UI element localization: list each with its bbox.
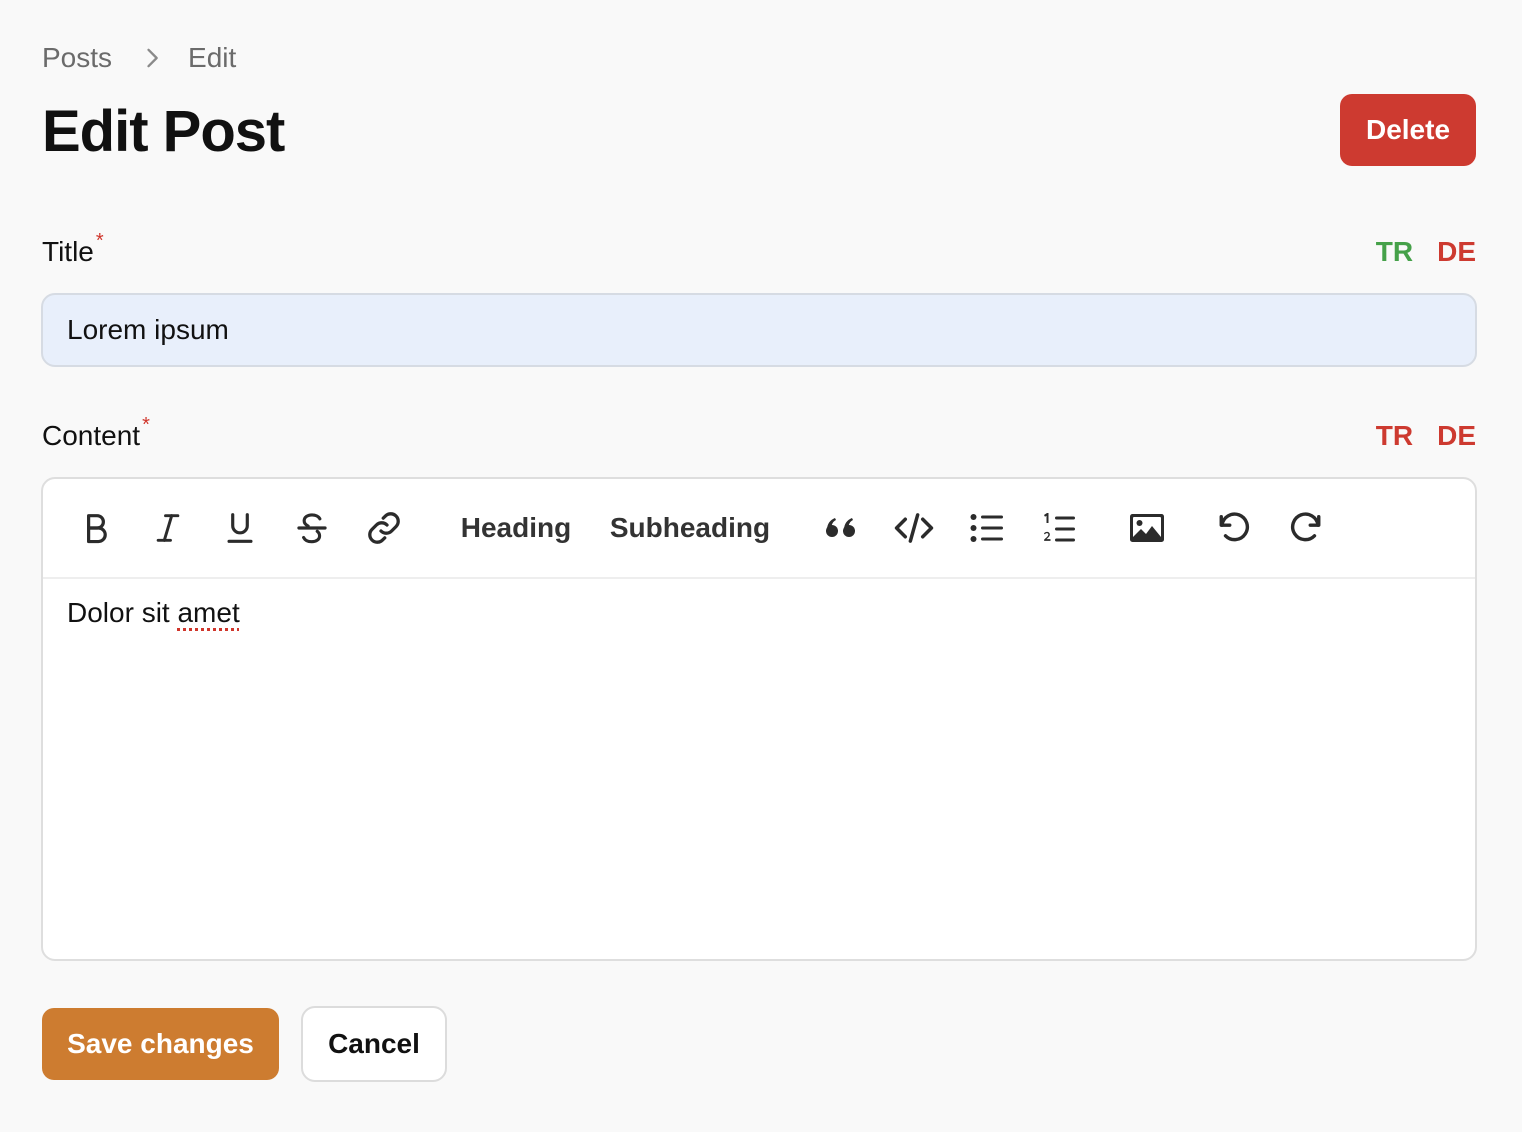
rich-text-editor: Heading Subheading Dolor sit amet xyxy=(41,477,1477,961)
redo-button[interactable] xyxy=(1281,503,1331,553)
underline-icon xyxy=(225,511,255,545)
image-button[interactable] xyxy=(1121,503,1173,553)
heading-button[interactable]: Heading xyxy=(447,503,585,553)
required-marker: * xyxy=(142,414,150,436)
required-marker: * xyxy=(95,230,104,252)
link-button[interactable] xyxy=(359,503,409,553)
numbered-list-icon xyxy=(1042,512,1076,544)
redo-icon xyxy=(1289,511,1323,545)
quote-icon xyxy=(824,516,858,540)
code-button[interactable] xyxy=(889,503,939,553)
bullet-list-button[interactable] xyxy=(963,503,1011,553)
editor-toolbar: Heading Subheading xyxy=(43,479,1475,579)
editor-text: Dolor sit xyxy=(67,597,178,628)
title-lang-de[interactable]: DE xyxy=(1437,236,1476,268)
bold-button[interactable] xyxy=(73,503,119,553)
delete-button[interactable]: Delete xyxy=(1340,94,1476,166)
undo-button[interactable] xyxy=(1209,503,1259,553)
italic-icon xyxy=(153,512,183,544)
strikethrough-icon xyxy=(296,511,328,545)
title-label: Title * xyxy=(42,230,104,268)
title-input[interactable] xyxy=(41,293,1477,367)
undo-icon xyxy=(1217,511,1251,545)
breadcrumb-edit: Edit xyxy=(188,42,237,73)
content-label: Content * xyxy=(42,414,150,452)
quote-button[interactable] xyxy=(817,503,865,553)
edit-post-page: Posts Edit Edit Post Delete Title * TR DE… xyxy=(0,0,1522,1132)
title-label-text: Title xyxy=(42,236,94,267)
code-icon xyxy=(893,512,935,544)
save-changes-button[interactable]: Save changes xyxy=(42,1008,279,1080)
chevron-right-icon xyxy=(138,44,166,72)
bold-icon xyxy=(81,512,111,544)
breadcrumb: Posts Edit xyxy=(42,40,236,76)
italic-button[interactable] xyxy=(145,503,191,553)
numbered-list-button[interactable] xyxy=(1035,503,1083,553)
spellcheck-flagged-word: amet xyxy=(177,597,240,628)
cancel-button[interactable]: Cancel xyxy=(301,1006,447,1082)
page-title: Edit Post xyxy=(42,99,285,164)
content-lang-de[interactable]: DE xyxy=(1437,420,1476,452)
strikethrough-button[interactable] xyxy=(289,503,335,553)
title-lang-tr[interactable]: TR xyxy=(1376,236,1413,268)
title-language-switcher: TR DE xyxy=(1376,236,1476,268)
content-language-switcher: TR DE xyxy=(1376,420,1476,452)
link-icon xyxy=(364,510,404,546)
content-lang-tr[interactable]: TR xyxy=(1376,420,1413,452)
subheading-button[interactable]: Subheading xyxy=(603,503,777,553)
breadcrumb-posts[interactable]: Posts xyxy=(42,42,112,74)
content-label-text: Content xyxy=(42,420,141,451)
bullet-list-icon xyxy=(970,513,1004,543)
editor-content-area[interactable]: Dolor sit amet xyxy=(67,597,240,629)
image-icon xyxy=(1129,513,1165,543)
underline-button[interactable] xyxy=(217,503,263,553)
